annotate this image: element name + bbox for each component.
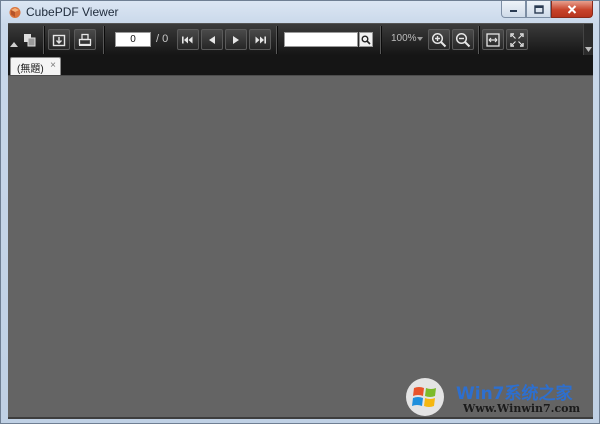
next-page-button[interactable] (225, 29, 247, 50)
open-file-button[interactable] (48, 29, 70, 50)
minimize-button[interactable] (501, 1, 526, 18)
zoom-level[interactable]: 100% (391, 33, 417, 44)
page-total-label: / 0 (156, 33, 169, 45)
tab-strip: (無題) × (8, 55, 593, 75)
print-icon (78, 33, 92, 46)
thumbnail-pages-icon (24, 33, 36, 46)
zoom-in-icon (431, 32, 447, 47)
search-input[interactable] (284, 32, 358, 47)
zoom-out-button[interactable] (452, 29, 474, 50)
last-page-icon (255, 36, 266, 43)
app-window: CubePDF Viewer / 0 (0, 0, 600, 424)
thumbnail-pages-button[interactable] (19, 29, 41, 50)
fit-page-button[interactable] (506, 29, 528, 50)
fit-page-icon (510, 32, 524, 47)
collapse-arrow-icon[interactable] (10, 41, 18, 48)
zoom-out-icon (455, 32, 471, 47)
maximize-icon (533, 4, 544, 14)
cube-app-icon (9, 7, 21, 18)
toolbar-overflow-scroll[interactable] (583, 24, 593, 56)
first-page-icon (182, 36, 193, 43)
minimize-icon (510, 10, 517, 12)
previous-page-icon (209, 35, 215, 44)
bottom-edge (8, 417, 593, 419)
title-bar: CubePDF Viewer (1, 1, 599, 23)
watermark-url: Www.Winwin7.com (463, 402, 581, 415)
fit-width-icon (486, 32, 500, 47)
search-icon (361, 35, 371, 45)
maximize-button[interactable] (526, 1, 551, 18)
tab-label: (無題) (17, 64, 44, 75)
chevron-down-icon[interactable] (417, 37, 423, 41)
first-page-button[interactable] (177, 29, 199, 50)
document-area[interactable] (8, 75, 593, 418)
print-button[interactable] (74, 29, 96, 50)
last-page-button[interactable] (249, 29, 271, 50)
open-file-icon (52, 34, 66, 46)
next-page-icon (233, 35, 239, 44)
fit-width-button[interactable] (482, 29, 504, 50)
previous-page-button[interactable] (201, 29, 223, 50)
toolbar: / 0 100% (8, 23, 593, 56)
watermark-brand: Win7系统之家 (456, 384, 573, 404)
window-title: CubePDF Viewer (26, 5, 119, 19)
tab-untitled[interactable]: (無題) × (10, 57, 61, 75)
close-button[interactable] (551, 1, 593, 18)
search-button[interactable] (359, 32, 373, 47)
windows-logo-watermark (406, 378, 444, 416)
page-number-input[interactable] (115, 32, 151, 47)
close-icon (567, 4, 577, 14)
zoom-in-button[interactable] (428, 29, 450, 50)
tab-close-icon[interactable]: × (50, 60, 56, 71)
chevron-down-icon (585, 47, 592, 52)
